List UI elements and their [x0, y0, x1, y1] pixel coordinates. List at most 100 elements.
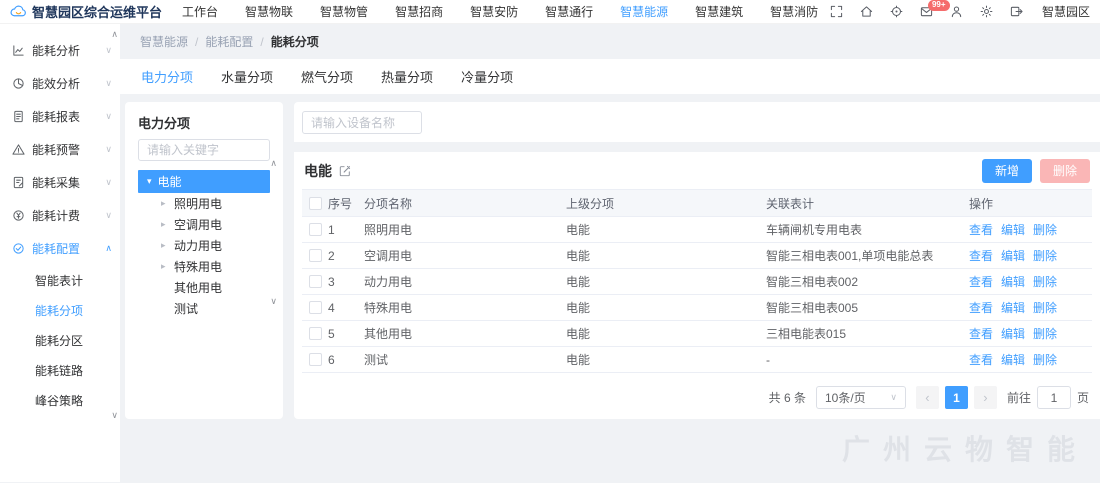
sidebar-subitem-energy-zone[interactable]: 能耗分区: [0, 325, 120, 355]
sidebar-subitem-peak-valley[interactable]: 峰谷策略: [0, 385, 120, 415]
nav-item-energy[interactable]: 智慧能源: [620, 3, 668, 20]
view-link[interactable]: 查看: [969, 247, 993, 264]
view-link[interactable]: 查看: [969, 351, 993, 368]
navbar-right-tools: 99+ 智慧园区: [830, 3, 1090, 20]
sidebar-item-energy-alert[interactable]: 能耗预警 ∨: [0, 133, 120, 166]
row-checkbox[interactable]: [309, 275, 322, 288]
edit-link[interactable]: 编辑: [1001, 325, 1025, 342]
nav-item-property[interactable]: 智慧物管: [320, 3, 368, 20]
select-all-checkbox[interactable]: [309, 197, 322, 210]
sidebar-item-efficiency-analysis[interactable]: 能效分析 ∨: [0, 67, 120, 100]
edit-link[interactable]: 编辑: [1001, 273, 1025, 290]
tree-node-special[interactable]: ▸特殊用电: [138, 256, 270, 277]
nav-item-access[interactable]: 智慧通行: [545, 3, 593, 20]
sidebar-subitem-energy-subitem[interactable]: 能耗分项: [0, 295, 120, 325]
edit-link[interactable]: 编辑: [1001, 351, 1025, 368]
current-page-button[interactable]: 1: [945, 386, 968, 409]
sidebar-scroll-up-icon[interactable]: ∧: [111, 30, 118, 39]
nav-item-park[interactable]: 智慧园区: [1042, 3, 1090, 20]
row-checkbox[interactable]: [309, 353, 322, 366]
delete-link[interactable]: 删除: [1033, 273, 1057, 290]
sidebar-subitem-label: 能耗分项: [35, 302, 83, 319]
delete-link[interactable]: 删除: [1033, 221, 1057, 238]
sidebar-item-label: 能耗分析: [32, 42, 80, 59]
prev-page-button[interactable]: ‹: [916, 386, 939, 409]
nav-item-security[interactable]: 智慧安防: [470, 3, 518, 20]
tab-electric[interactable]: 电力分项: [141, 67, 193, 86]
breadcrumb-item[interactable]: 智慧能源: [140, 33, 188, 50]
tab-cooling[interactable]: 冷量分项: [461, 67, 513, 86]
device-search-input[interactable]: [302, 111, 422, 134]
tree-node-root[interactable]: ▾ 电能: [138, 170, 270, 193]
edit-link[interactable]: 编辑: [1001, 299, 1025, 316]
tree-scroll-down-icon[interactable]: ∨: [270, 297, 277, 306]
sidebar-item-energy-collect[interactable]: 能耗采集 ∨: [0, 166, 120, 199]
aim-icon[interactable]: [890, 5, 903, 18]
delete-link[interactable]: 删除: [1033, 351, 1057, 368]
nav-item-fire[interactable]: 智慧消防: [770, 3, 818, 20]
row-checkbox[interactable]: [309, 249, 322, 262]
mail-icon[interactable]: 99+: [920, 5, 933, 18]
goto-page-suffix: 页: [1077, 389, 1089, 406]
row-checkbox[interactable]: [309, 327, 322, 340]
tree-node-power[interactable]: ▸动力用电: [138, 235, 270, 256]
table-row: 2 空调用电 电能 智能三相电表001,单项电能总表 查看 编辑 删除: [302, 243, 1092, 269]
edit-link[interactable]: 编辑: [1001, 221, 1025, 238]
tree-node-lighting[interactable]: ▸照明用电: [138, 193, 270, 214]
next-page-button[interactable]: ›: [974, 386, 997, 409]
view-link[interactable]: 查看: [969, 299, 993, 316]
nav-item-iot[interactable]: 智慧物联: [245, 3, 293, 20]
user-icon[interactable]: [950, 5, 963, 18]
tab-water[interactable]: 水量分项: [221, 67, 273, 86]
page-size-select[interactable]: 10条/页 ∨: [816, 386, 906, 409]
cell-parent: 电能: [566, 351, 766, 368]
delete-link[interactable]: 删除: [1033, 299, 1057, 316]
sidebar-scroll-down-icon[interactable]: ∨: [111, 411, 118, 420]
breadcrumb-separator: /: [195, 35, 198, 49]
tree-node-hvac[interactable]: ▸空调用电: [138, 214, 270, 235]
edit-icon[interactable]: [339, 165, 351, 177]
exit-icon[interactable]: [1010, 5, 1023, 18]
table-header-row: 序号 分项名称 上级分项 关联表计 操作: [302, 190, 1092, 217]
goto-page-input[interactable]: [1037, 386, 1071, 409]
row-checkbox[interactable]: [309, 223, 322, 236]
tab-heat[interactable]: 热量分项: [381, 67, 433, 86]
delete-link[interactable]: 删除: [1033, 247, 1057, 264]
delete-link[interactable]: 删除: [1033, 325, 1057, 342]
tab-gas[interactable]: 燃气分项: [301, 67, 353, 86]
sidebar-subitem-energy-link[interactable]: 能耗链路: [0, 355, 120, 385]
fullscreen-icon[interactable]: [830, 5, 843, 18]
tree-node-test[interactable]: 测试: [138, 298, 270, 319]
view-link[interactable]: 查看: [969, 325, 993, 342]
chevron-down-icon: ∨: [105, 144, 112, 155]
sidebar-item-label: 能耗采集: [32, 174, 80, 191]
panel-divider: [294, 142, 1100, 152]
app-logo[interactable]: 智慧园区综合运维平台: [10, 2, 162, 21]
nav-item-building[interactable]: 智慧建筑: [695, 3, 743, 20]
settings-icon[interactable]: [980, 5, 993, 18]
view-link[interactable]: 查看: [969, 221, 993, 238]
subitem-table-panel: 电能 新增 删除 序号 分项名称 上级分项 关联表计: [294, 102, 1100, 419]
caret-right-icon: ▸: [161, 198, 169, 209]
row-checkbox[interactable]: [309, 301, 322, 314]
home-icon[interactable]: [860, 5, 873, 18]
nav-item-workbench[interactable]: 工作台: [182, 3, 218, 20]
app-title: 智慧园区综合运维平台: [32, 2, 162, 21]
tree-node-other[interactable]: 其他用电: [138, 277, 270, 298]
keyword-search-input[interactable]: [138, 139, 270, 161]
tree-scroll-up-icon[interactable]: ∧: [270, 159, 277, 168]
sidebar-item-energy-billing[interactable]: 能耗计费 ∨: [0, 199, 120, 232]
view-link[interactable]: 查看: [969, 273, 993, 290]
breadcrumb-item[interactable]: 能耗配置: [205, 33, 253, 50]
sidebar-item-energy-analysis[interactable]: 能耗分析 ∨: [0, 34, 120, 67]
cell-meter: 智能三相电表002: [766, 273, 969, 290]
add-button[interactable]: 新增: [982, 159, 1032, 183]
chevron-up-icon: ∧: [105, 243, 112, 254]
delete-button[interactable]: 删除: [1040, 159, 1090, 183]
sidebar-subitem-smart-meter[interactable]: 智能表计: [0, 265, 120, 295]
edit-link[interactable]: 编辑: [1001, 247, 1025, 264]
nav-item-investment[interactable]: 智慧招商: [395, 3, 443, 20]
cell-name: 动力用电: [364, 273, 566, 290]
sidebar-item-energy-config[interactable]: 能耗配置 ∧: [0, 232, 120, 265]
sidebar-item-energy-report[interactable]: 能耗报表 ∨: [0, 100, 120, 133]
